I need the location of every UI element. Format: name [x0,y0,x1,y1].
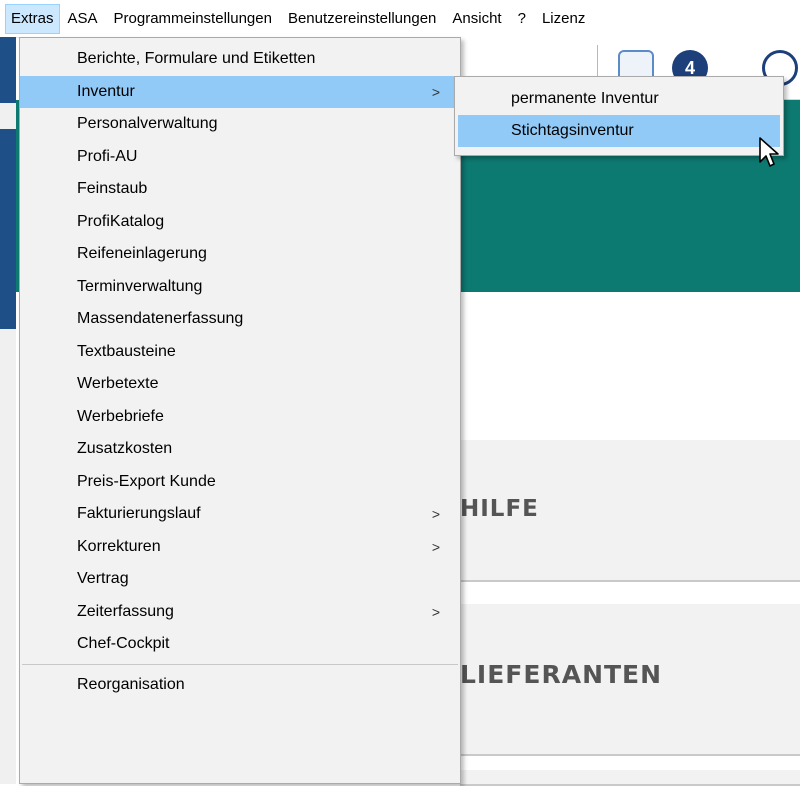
mouse-cursor-icon [759,137,779,167]
menu-item-label: Feinstaub [77,180,148,197]
menu-item-label: Profi-AU [77,147,138,165]
menu-item-profikatalog[interactable]: ProfiKatalog [20,206,460,239]
menu-lizenz[interactable]: Lizenz [534,4,593,34]
menu-item-werbetexte[interactable]: Werbetexte [20,368,460,401]
menu-item-label: Zusatzkosten [77,440,173,457]
menu-item-chef-cockpit[interactable]: Chef-Cockpit [20,628,460,661]
menu-asa[interactable]: ASA [60,4,106,34]
menu-extras[interactable]: Extras [5,3,60,34]
menu-item-label: Personalverwaltung [77,115,218,132]
left-panel-edge [0,37,16,784]
suppliers-tile[interactable]: LIEFERANTEN [460,604,800,756]
chevron-right-icon: > [431,603,440,620]
menu-item-label: Berichte, Formulare und Etiketten [77,50,316,67]
menu-item-feinstaub[interactable]: Feinstaub [20,173,460,206]
chevron-right-icon: > [431,83,440,100]
menu-item-vertrag[interactable]: Vertrag [20,563,460,596]
extras-dropdown-menu: Berichte, Formulare und Etiketten Inventu… [19,37,461,784]
menu-item-preis-export-kunde[interactable]: Preis-Export Kunde [20,466,460,499]
menu-item-berichte-formulare-und-etiketten[interactable]: Berichte, Formulare und Etiketten [20,43,460,76]
menu-item-label: Inventur [77,82,135,100]
help-tile-title: HILFE [460,496,539,522]
menu-item-label: Reorganisation [77,675,185,693]
menu-bar: Extras ASA Programmeinstellungen Benutze… [0,0,800,38]
inventur-submenu: permanente Inventur Stichtagsinventur [454,76,784,156]
left-panel-blue-block-lower [0,129,16,329]
menu-item-personalverwaltung[interactable]: Personalverwaltung [20,108,460,141]
menu-item-label: Reifeneinlagerung [77,245,207,262]
menu-help[interactable]: ? [510,4,534,34]
menu-item-label: Chef-Cockpit [77,635,170,652]
menu-ansicht[interactable]: Ansicht [444,4,509,34]
menu-item-profi-au[interactable]: Profi-AU [20,141,460,174]
menu-item-werbebriefe[interactable]: Werbebriefe [20,401,460,434]
menu-item-label: Werbebriefe [77,407,164,425]
menu-item-label: Textbausteine [77,342,176,360]
menu-item-reifeneinlagerung[interactable]: Reifeneinlagerung [20,238,460,271]
menu-item-zusatzkosten[interactable]: Zusatzkosten [20,433,460,466]
menu-separator [22,663,458,665]
menu-item-zeiterfassung[interactable]: Zeiterfassung > [20,596,460,629]
menu-item-massendatenerfassung[interactable]: Massendatenerfassung [20,303,460,336]
menu-item-label: Preis-Export Kunde [77,472,216,490]
menu-benutzereinstellungen[interactable]: Benutzereinstellungen [280,4,444,34]
submenu-item-stichtagsinventur[interactable]: Stichtagsinventur [458,115,780,147]
menu-item-inventur[interactable]: Inventur > [20,75,460,108]
suppliers-tile-title: LIEFERANTEN [460,660,663,689]
left-panel-blue-block [0,37,16,103]
menu-item-label: Werbetexte [77,375,159,392]
menu-programmeinstellungen[interactable]: Programmeinstellungen [106,4,280,34]
menu-item-label: Vertrag [77,570,129,587]
submenu-item-permanente-inventur[interactable]: permanente Inventur [455,83,783,115]
help-tile[interactable]: HILFE [460,440,800,582]
menu-item-label: Massendatenerfassung [77,310,244,327]
menu-item-label: Fakturierungslauf [77,505,201,522]
menu-item-reorganisation[interactable]: Reorganisation [20,669,460,702]
chevron-right-icon: > [431,538,440,555]
menu-item-terminverwaltung[interactable]: Terminverwaltung [20,271,460,304]
menu-item-textbausteine[interactable]: Textbausteine [20,336,460,369]
menu-item-label: ProfiKatalog [77,212,165,230]
menu-item-korrekturen[interactable]: Korrekturen > [20,531,460,564]
menu-item-fakturierungslauf[interactable]: Fakturierungslauf > [20,498,460,531]
menu-item-label: Terminverwaltung [77,277,203,295]
menu-item-label: Korrekturen [77,537,161,555]
chevron-right-icon: > [431,506,440,522]
menu-item-label: Zeiterfassung [77,602,174,620]
